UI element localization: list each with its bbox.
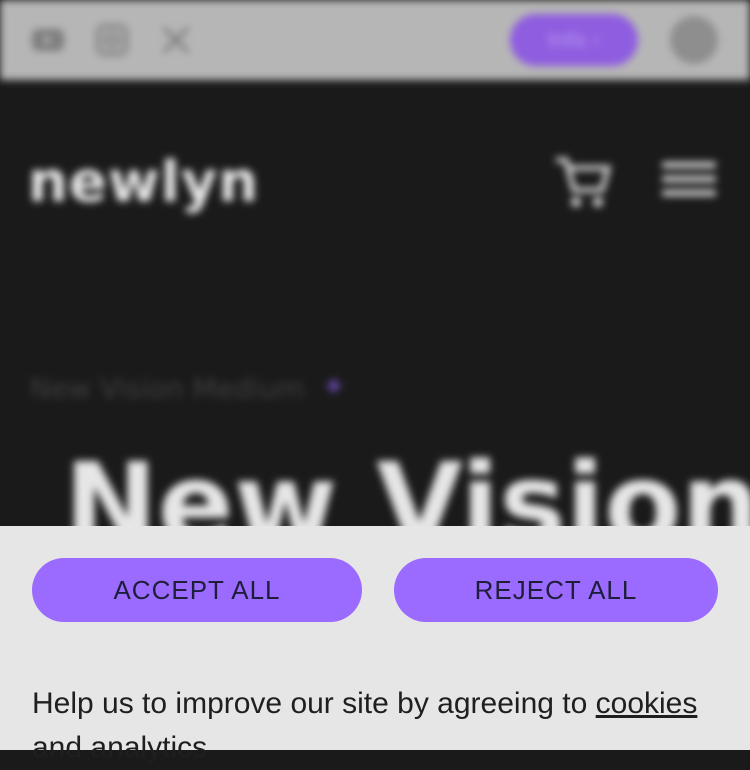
accept-all-button[interactable]: ACCEPT ALL [32,558,362,622]
youtube-icon[interactable] [30,22,66,58]
cart-icon[interactable] [552,152,612,216]
cookie-consent-banner: ACCEPT ALL REJECT ALL Help us to improve… [0,526,750,764]
top-bar: Info › [0,0,750,80]
info-pill-button[interactable]: Info › [510,14,638,66]
breadcrumb: New Vision Medium [30,372,305,405]
consent-message: Help us to improve our site by agreeing … [32,682,732,770]
instagram-icon[interactable] [94,22,130,58]
site-header: newlyn New Vision Medium ✦ New Vision [0,80,750,570]
consent-text-suffix: and analytics [32,731,208,764]
hamburger-icon[interactable] [662,162,716,204]
site-logo[interactable]: newlyn [28,150,259,215]
cookies-link[interactable]: cookies [596,687,698,720]
user-icon[interactable] [670,16,718,64]
x-icon[interactable] [158,22,194,58]
consent-text-prefix: Help us to improve our site by agreeing … [32,687,596,720]
sparkle-icon: ✦ [322,370,346,403]
reject-all-button[interactable]: REJECT ALL [394,558,718,622]
